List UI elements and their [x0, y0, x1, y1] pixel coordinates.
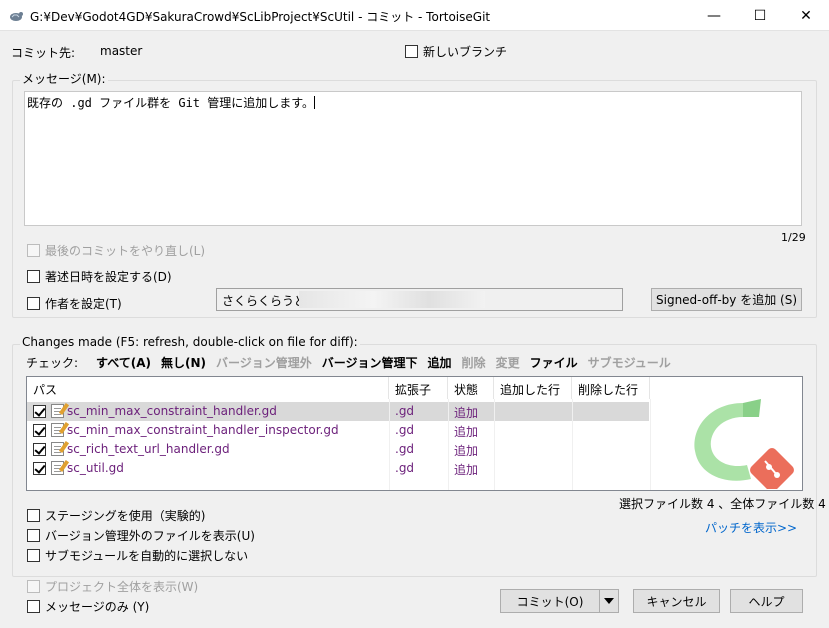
message-char-counter: 1/29: [781, 231, 806, 244]
column-header-status[interactable]: 状態: [448, 377, 494, 399]
commit-message-input[interactable]: 既存の .gd ファイル群を Git 管理に追加します。: [24, 91, 802, 226]
show-patch-link[interactable]: パッチを表示>>: [705, 519, 797, 536]
file-row[interactable]: sc_rich_text_url_handler.gd .gd 追加: [27, 440, 649, 459]
maximize-button[interactable]: ☐: [737, 0, 783, 31]
file-row[interactable]: sc_min_max_constraint_handler_inspector.…: [27, 421, 649, 440]
check-filter-bar: チェック: すべて(A) 無し(N) バージョン管理外 バージョン管理下 追加 …: [26, 354, 671, 371]
tortoisegit-logo-icon: [694, 399, 794, 489]
column-header-lines-added[interactable]: 追加した行: [494, 377, 572, 399]
file-status: 追加: [454, 425, 479, 439]
use-staging-checkbox[interactable]: ステージングを使用（実験的): [27, 507, 205, 524]
filter-added[interactable]: 追加: [428, 354, 452, 371]
close-button[interactable]: ✕: [783, 0, 829, 31]
filter-versioned[interactable]: バージョン管理下: [322, 354, 418, 371]
use-staging-label: ステージングを使用（実験的): [45, 509, 206, 523]
filter-all[interactable]: すべて(A): [96, 354, 151, 371]
dropdown-arrow-icon: [604, 598, 614, 604]
commit-dropdown-button[interactable]: [599, 589, 619, 613]
file-modified-icon: [51, 461, 64, 475]
help-button[interactable]: ヘルプ: [730, 589, 803, 613]
column-separator: [448, 399, 449, 490]
selection-summary: 選択ファイル数 4 、全体ファイル数 4: [619, 497, 826, 511]
set-date-label: 著述日時を設定する(D): [45, 270, 172, 284]
file-status: 追加: [454, 444, 479, 458]
file-extension: .gd: [395, 461, 415, 475]
file-check-box[interactable]: [33, 424, 46, 437]
column-header-path[interactable]: パス: [27, 377, 389, 399]
new-branch-checkbox[interactable]: 新しいブランチ: [405, 43, 507, 60]
file-path: sc_min_max_constraint_handler_inspector.…: [67, 423, 339, 437]
set-date-check-box[interactable]: [27, 270, 40, 283]
file-check-box[interactable]: [33, 405, 46, 418]
file-check-box[interactable]: [33, 443, 46, 456]
filter-unversioned: バージョン管理外: [216, 356, 312, 370]
new-branch-label: 新しいブランチ: [423, 45, 508, 59]
show-unversioned-label: バージョン管理外のファイルを表示(U): [45, 529, 255, 543]
set-author-label: 作者を設定(T): [45, 297, 122, 311]
show-whole-project-label: プロジェクト全体を表示(W): [45, 580, 199, 594]
file-status: 追加: [454, 406, 479, 420]
use-staging-check-box[interactable]: [27, 509, 40, 522]
message-only-checkbox[interactable]: メッセージのみ (Y): [27, 598, 149, 615]
branch-name: master: [100, 44, 143, 58]
tortoisegit-icon: [10, 12, 23, 21]
filter-modified: 変更: [495, 356, 520, 370]
window-title: G:¥Dev¥Godot4GD¥SakuraCrowd¥ScLibProject…: [30, 10, 491, 24]
check-label: チェック:: [26, 356, 79, 370]
changed-files-list[interactable]: パス 拡張子 状態 追加した行 削除した行 sc_min_max_constra…: [26, 376, 803, 491]
show-unversioned-check-box[interactable]: [27, 529, 40, 542]
author-input[interactable]: さくらくらうど: [216, 288, 623, 311]
no-auto-submodule-checkbox[interactable]: サブモジュールを自動的に選択しない: [27, 547, 248, 564]
new-branch-check-box[interactable]: [405, 45, 418, 58]
author-redacted-area: [299, 291, 485, 308]
column-header-extension[interactable]: 拡張子: [389, 377, 448, 399]
message-only-label: メッセージのみ (Y): [45, 600, 150, 614]
column-separator: [494, 399, 495, 490]
cancel-button[interactable]: キャンセル: [633, 589, 720, 613]
file-extension: .gd: [395, 423, 415, 437]
column-separator: [572, 399, 573, 490]
minimize-button[interactable]: —: [691, 0, 737, 31]
file-modified-icon: [51, 404, 64, 418]
no-auto-submodule-check-box[interactable]: [27, 549, 40, 562]
filter-none[interactable]: 無し(N): [161, 354, 206, 371]
text-caret: [314, 96, 316, 109]
file-row[interactable]: sc_min_max_constraint_handler.gd .gd 追加: [27, 402, 649, 421]
file-path: sc_util.gd: [67, 461, 124, 475]
author-value: さくらくらうど: [222, 294, 307, 308]
filter-deleted: 削除: [461, 356, 486, 370]
commit-button[interactable]: コミット(O): [500, 589, 599, 613]
amend-label: 最後のコミットをやり直し(L): [45, 244, 206, 258]
column-separator: [650, 399, 651, 490]
filter-submodules: サブモジュール: [587, 356, 671, 370]
file-row[interactable]: sc_util.gd .gd 追加: [27, 459, 649, 478]
amend-check-box: [27, 244, 40, 257]
amend-checkbox: 最後のコミットをやり直し(L): [27, 242, 205, 259]
file-modified-icon: [51, 442, 64, 456]
message-group-label: メッセージ(M):: [20, 70, 108, 87]
message-only-check-box[interactable]: [27, 600, 40, 613]
file-path: sc_min_max_constraint_handler.gd: [67, 404, 277, 418]
filter-files[interactable]: ファイル: [530, 354, 578, 371]
column-header-lines-removed[interactable]: 削除した行: [572, 377, 650, 399]
no-auto-submodule-label: サブモジュールを自動的に選択しない: [45, 549, 249, 563]
file-check-box[interactable]: [33, 462, 46, 475]
commit-target-label: コミット先:: [11, 46, 76, 60]
show-whole-project-checkbox: プロジェクト全体を表示(W): [27, 578, 198, 595]
title-bar: G:¥Dev¥Godot4GD¥SakuraCrowd¥ScLibProject…: [0, 0, 829, 31]
file-extension: .gd: [395, 404, 415, 418]
changes-group-label: Changes made (F5: refresh, double-click …: [20, 335, 360, 349]
file-modified-icon: [51, 423, 64, 437]
signed-off-by-button[interactable]: Signed-off-by を追加 (S): [651, 288, 802, 311]
file-path: sc_rich_text_url_handler.gd: [67, 442, 230, 456]
column-separator: [389, 399, 390, 490]
file-status: 追加: [454, 463, 479, 477]
set-author-checkbox[interactable]: 作者を設定(T): [27, 295, 122, 312]
set-author-check-box[interactable]: [27, 297, 40, 310]
show-unversioned-checkbox[interactable]: バージョン管理外のファイルを表示(U): [27, 527, 255, 544]
file-extension: .gd: [395, 442, 415, 456]
set-date-checkbox[interactable]: 著述日時を設定する(D): [27, 268, 172, 285]
commit-message-text: 既存の .gd ファイル群を Git 管理に追加します。: [27, 96, 315, 110]
show-whole-project-check-box: [27, 580, 40, 593]
